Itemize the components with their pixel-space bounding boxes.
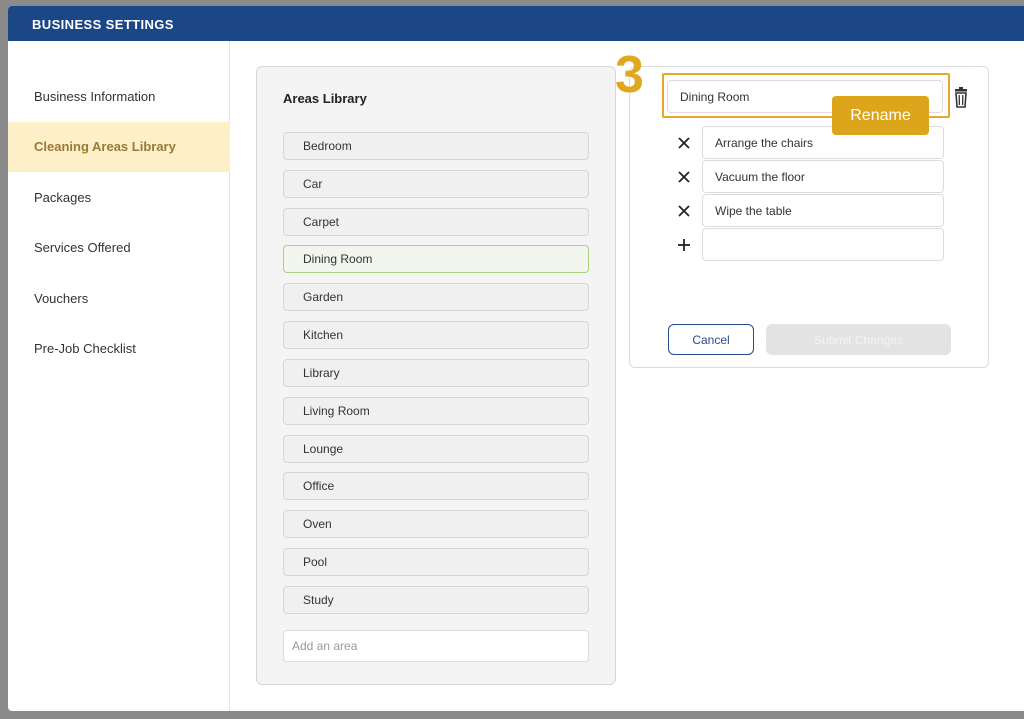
- task-input-vacuum-floor[interactable]: [702, 160, 944, 193]
- window-title: BUSINESS SETTINGS: [32, 17, 174, 32]
- remove-task-close-icon[interactable]: [676, 203, 692, 219]
- window-header: BUSINESS SETTINGS: [8, 6, 1024, 41]
- rename-annotation-badge: Rename: [832, 96, 929, 135]
- area-item-kitchen[interactable]: Kitchen: [283, 321, 589, 349]
- area-item-garden[interactable]: Garden: [283, 283, 589, 311]
- step-number-annotation: 3: [615, 46, 644, 104]
- area-item-library[interactable]: Library: [283, 359, 589, 387]
- areas-library-panel: Areas Library Bedroom Car Carpet Dining …: [256, 66, 616, 685]
- area-item-pool[interactable]: Pool: [283, 548, 589, 576]
- add-task-plus-icon[interactable]: [676, 237, 692, 253]
- area-item-lounge[interactable]: Lounge: [283, 435, 589, 463]
- new-task-input[interactable]: [702, 228, 944, 261]
- sidebar-item-pre-job-checklist[interactable]: Pre-Job Checklist: [8, 324, 230, 374]
- settings-sidebar: Business Information Cleaning Areas Libr…: [8, 41, 230, 711]
- background-overlay: [0, 0, 8, 719]
- sidebar-item-services-offered[interactable]: Services Offered: [8, 223, 230, 273]
- trash-icon[interactable]: [952, 87, 970, 109]
- area-editor-panel: Cancel Submit Changes: [629, 66, 989, 368]
- area-item-car[interactable]: Car: [283, 170, 589, 198]
- remove-task-close-icon[interactable]: [676, 135, 692, 151]
- area-item-study[interactable]: Study: [283, 586, 589, 614]
- areas-library-title: Areas Library: [283, 91, 367, 106]
- sidebar-item-vouchers[interactable]: Vouchers: [8, 274, 230, 324]
- sidebar-item-cleaning-areas-library[interactable]: Cleaning Areas Library: [8, 122, 230, 172]
- cancel-button[interactable]: Cancel: [668, 324, 754, 355]
- sidebar-item-business-information[interactable]: Business Information: [8, 72, 230, 122]
- area-item-living-room[interactable]: Living Room: [283, 397, 589, 425]
- sidebar-item-packages[interactable]: Packages: [8, 173, 230, 223]
- add-area-input[interactable]: [283, 630, 589, 662]
- submit-changes-button[interactable]: Submit Changes: [766, 324, 951, 355]
- area-item-oven[interactable]: Oven: [283, 510, 589, 538]
- area-item-bedroom[interactable]: Bedroom: [283, 132, 589, 160]
- area-item-dining-room[interactable]: Dining Room: [283, 245, 589, 273]
- area-item-carpet[interactable]: Carpet: [283, 208, 589, 236]
- area-item-office[interactable]: Office: [283, 472, 589, 500]
- remove-task-close-icon[interactable]: [676, 169, 692, 185]
- task-input-wipe-table[interactable]: [702, 194, 944, 227]
